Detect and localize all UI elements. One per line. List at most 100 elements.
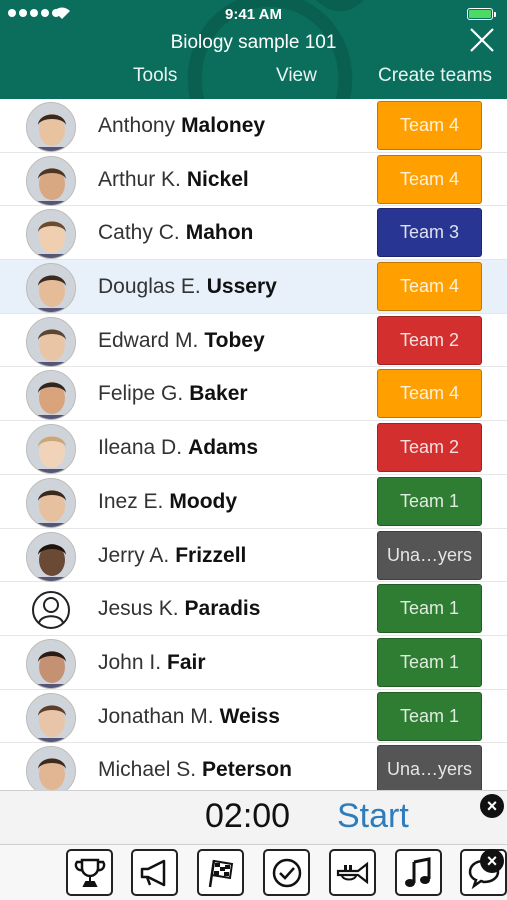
create-teams-button[interactable]: Create teams — [378, 65, 492, 87]
student-name: Inez E. Moody — [98, 490, 237, 514]
app-header: 9:41 AM Biology sample 101 Tools View Cr… — [0, 0, 507, 99]
student-avatar — [26, 531, 76, 582]
student-name: Jerry A. Frizzell — [98, 544, 246, 568]
last-name: Paradis — [184, 597, 261, 621]
team-badge[interactable]: Team 1 — [377, 637, 482, 687]
team-badge[interactable]: Una…yers — [377, 530, 482, 580]
team-badge[interactable]: Team 1 — [377, 584, 482, 634]
start-timer-button[interactable]: Start — [337, 797, 409, 836]
tools-menu-button[interactable]: Tools — [133, 65, 177, 87]
student-avatar — [26, 102, 76, 152]
checkmark-button[interactable] — [263, 849, 310, 896]
first-name: Anthony — [98, 114, 176, 137]
student-row[interactable]: Inez E. Moody Team 1 — [0, 475, 507, 529]
student-avatar — [26, 638, 76, 689]
student-row[interactable]: Cathy C. Mahon Team 3 — [0, 206, 507, 261]
team-badge[interactable]: Team 4 — [377, 101, 482, 150]
last-name: Weiss — [219, 704, 280, 728]
checkered-flag-icon — [208, 859, 233, 887]
first-name: Jerry A. — [98, 543, 170, 567]
student-avatar — [26, 209, 76, 260]
student-name: Edward M. Tobey — [98, 329, 265, 353]
checkered-flag-button[interactable] — [197, 849, 244, 896]
student-name: Michael S. Peterson — [98, 758, 292, 782]
team-badge[interactable]: Team 3 — [377, 208, 482, 258]
team-badge[interactable]: Team 1 — [377, 476, 482, 526]
page-title: Biology sample 101 — [170, 32, 337, 53]
team-badge[interactable]: Team 1 — [377, 691, 482, 741]
timer-display: 02:00 — [205, 797, 291, 835]
first-name: John I. — [98, 650, 162, 674]
close-timer-icon[interactable]: × — [480, 794, 504, 818]
last-name: Nickel — [186, 167, 249, 191]
student-row[interactable]: Ileana D. Adams Team 2 — [0, 421, 507, 475]
first-name: Cathy C. — [98, 221, 180, 245]
student-name: Ileana D. Adams — [98, 436, 258, 460]
team-badge[interactable]: Team 4 — [377, 369, 482, 419]
student-name: Anthony Maloney — [98, 114, 265, 138]
student-list[interactable]: Anthony Maloney Team 4 Arthur K. Nickel Team … — [0, 99, 507, 790]
music-note-icon — [404, 856, 430, 887]
student-name: John I. Fair — [98, 651, 206, 675]
music-button[interactable] — [395, 849, 442, 896]
student-avatar — [26, 316, 76, 367]
team-badge[interactable]: Team 2 — [377, 423, 482, 473]
student-row[interactable]: Edward M. Tobey Team 2 — [0, 314, 507, 368]
student-avatar — [26, 424, 76, 475]
student-name: Jesus K. Paradis — [98, 597, 260, 621]
timer-bar: 02:00 Start × — [0, 790, 507, 845]
student-name: Arthur K. Nickel — [98, 168, 249, 192]
team-badge[interactable]: Team 4 — [377, 262, 482, 312]
first-name: Douglas E. — [98, 275, 201, 299]
team-badge[interactable]: Team 4 — [377, 154, 482, 204]
student-avatar — [26, 155, 76, 206]
first-name: Jonathan M. — [98, 704, 214, 728]
bottom-toolbar: × — [0, 845, 507, 900]
status-bar: 9:41 AM — [0, 4, 507, 24]
first-name: Ileana D. — [98, 436, 183, 460]
student-avatar — [26, 370, 76, 421]
last-name: Mahon — [185, 221, 254, 245]
team-badge[interactable]: Team 2 — [377, 315, 482, 365]
trophy-icon — [74, 858, 105, 887]
status-time: 9:41 AM — [225, 6, 282, 23]
student-avatar — [26, 746, 76, 790]
battery-icon — [467, 8, 496, 20]
view-menu-button[interactable]: View — [276, 65, 317, 87]
team-badge[interactable]: Una…yers — [377, 745, 482, 790]
last-name: Frizzell — [175, 543, 247, 567]
student-name: Felipe G. Baker — [98, 382, 248, 406]
student-row[interactable]: Jerry A. Frizzell Una…yers — [0, 529, 507, 583]
last-name: Fair — [167, 650, 206, 674]
student-row[interactable]: Michael S. Peterson Una…yers — [0, 743, 507, 790]
first-name: Jesus K. — [98, 597, 179, 621]
last-name: Maloney — [181, 114, 266, 137]
student-avatar — [26, 477, 76, 528]
last-name: Baker — [189, 382, 248, 406]
last-name: Moody — [169, 489, 238, 513]
student-row[interactable]: Jonathan M. Weiss Team 1 — [0, 690, 507, 744]
trumpet-button[interactable] — [329, 849, 376, 896]
first-name: Inez E. — [98, 489, 164, 513]
student-avatar — [26, 692, 76, 743]
student-row[interactable]: Anthony Maloney Team 4 — [0, 99, 507, 153]
trophy-button[interactable] — [66, 849, 113, 896]
first-name: Arthur K. — [98, 167, 181, 191]
close-toolbar-icon[interactable]: × — [480, 849, 504, 873]
student-row[interactable]: Jesus K. Paradis Team 1 — [0, 582, 507, 636]
student-avatar — [26, 263, 76, 314]
student-name: Cathy C. Mahon — [98, 221, 253, 245]
student-row[interactable]: Douglas E. Ussery Team 4 — [0, 260, 507, 314]
megaphone-icon — [140, 859, 165, 886]
megaphone-button[interactable] — [131, 849, 178, 896]
student-row[interactable]: Arthur K. Nickel Team 4 — [0, 153, 507, 207]
first-name: Felipe G. — [98, 382, 184, 406]
close-icon[interactable] — [469, 27, 495, 53]
first-name: Michael S. — [98, 758, 197, 782]
student-name: Jonathan M. Weiss — [98, 705, 280, 729]
last-name: Peterson — [202, 758, 292, 782]
student-row[interactable]: Felipe G. Baker Team 4 — [0, 367, 507, 422]
checkmark-icon — [272, 858, 301, 887]
student-row[interactable]: John I. Fair Team 1 — [0, 636, 507, 690]
last-name: Ussery — [206, 275, 277, 299]
